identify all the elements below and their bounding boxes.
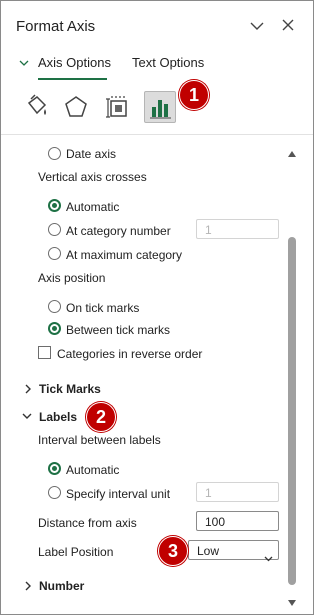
at-maximum-category-radio[interactable] bbox=[48, 247, 61, 260]
tick-marks-section[interactable]: Tick Marks bbox=[39, 382, 101, 396]
interval-between-labels-heading: Interval between labels bbox=[38, 433, 161, 447]
axis-position-heading: Axis position bbox=[38, 271, 106, 285]
dropdown-chevron-icon bbox=[264, 548, 273, 568]
at-maximum-category-label: At maximum category bbox=[66, 248, 183, 262]
fill-line-icon[interactable] bbox=[21, 91, 53, 123]
tab-axis-options[interactable]: Axis Options bbox=[38, 55, 111, 70]
reverse-order-checkbox[interactable] bbox=[38, 346, 51, 359]
tab-selected-indicator bbox=[38, 78, 107, 80]
label-position-value: Low bbox=[197, 544, 220, 558]
label-position-select[interactable]: Low bbox=[188, 540, 279, 562]
crosses-automatic-label: Automatic bbox=[66, 200, 119, 214]
size-properties-icon[interactable] bbox=[102, 91, 134, 123]
at-category-number-radio[interactable] bbox=[48, 223, 61, 236]
on-tick-marks-label: On tick marks bbox=[66, 301, 140, 315]
scroll-down-arrow-icon[interactable] bbox=[287, 596, 297, 610]
number-section[interactable]: Number bbox=[39, 579, 84, 593]
date-axis-radio[interactable] bbox=[48, 147, 61, 160]
tick-marks-expand-icon[interactable] bbox=[24, 384, 32, 397]
vertical-axis-crosses-heading: Vertical axis crosses bbox=[38, 170, 147, 184]
distance-from-axis-label: Distance from axis bbox=[38, 516, 137, 530]
pane-title: Format Axis bbox=[16, 18, 96, 35]
close-icon[interactable] bbox=[281, 18, 295, 32]
labels-collapse-icon[interactable] bbox=[22, 412, 32, 423]
axis-options-chart-icon[interactable] bbox=[144, 91, 176, 123]
reverse-order-label: Categories in reverse order bbox=[57, 347, 203, 361]
label-position-label: Label Position bbox=[38, 545, 114, 559]
scrollbar-thumb[interactable] bbox=[288, 237, 296, 585]
specify-interval-radio[interactable] bbox=[48, 486, 61, 499]
category-number-input[interactable]: 1 bbox=[196, 219, 279, 239]
format-axis-pane: Format Axis Axis Options Text Options 1 … bbox=[0, 0, 314, 615]
tab-expand-chevron-icon bbox=[19, 59, 29, 70]
callout-badge-2: 2 bbox=[86, 402, 116, 432]
crosses-automatic-text: Automatic bbox=[66, 200, 120, 214]
distance-from-axis-input[interactable]: 100 bbox=[196, 511, 279, 531]
number-expand-icon[interactable] bbox=[24, 581, 32, 594]
crosses-automatic-radio[interactable] bbox=[48, 199, 61, 212]
interval-automatic-label: Automatic bbox=[66, 463, 120, 477]
callout-badge-1: 1 bbox=[179, 80, 209, 110]
date-axis-label: Date axis bbox=[66, 147, 117, 161]
interval-unit-input[interactable]: 1 bbox=[196, 482, 279, 502]
effects-pentagon-icon[interactable] bbox=[60, 91, 92, 123]
labels-section[interactable]: Labels bbox=[39, 410, 77, 424]
divider bbox=[1, 134, 313, 135]
between-tick-marks-radio[interactable] bbox=[48, 322, 61, 335]
on-tick-marks-radio[interactable] bbox=[48, 300, 61, 313]
specify-interval-label: Specify interval unit bbox=[66, 487, 171, 501]
between-tick-marks-label: Between tick marks bbox=[66, 323, 171, 337]
tab-text-options[interactable]: Text Options bbox=[132, 55, 204, 70]
scroll-up-arrow-icon[interactable] bbox=[287, 147, 297, 161]
callout-badge-3: 3 bbox=[158, 536, 188, 566]
at-category-number-label: At category number bbox=[66, 224, 171, 238]
chevron-down-icon[interactable] bbox=[249, 19, 265, 33]
interval-automatic-radio[interactable] bbox=[48, 462, 61, 475]
